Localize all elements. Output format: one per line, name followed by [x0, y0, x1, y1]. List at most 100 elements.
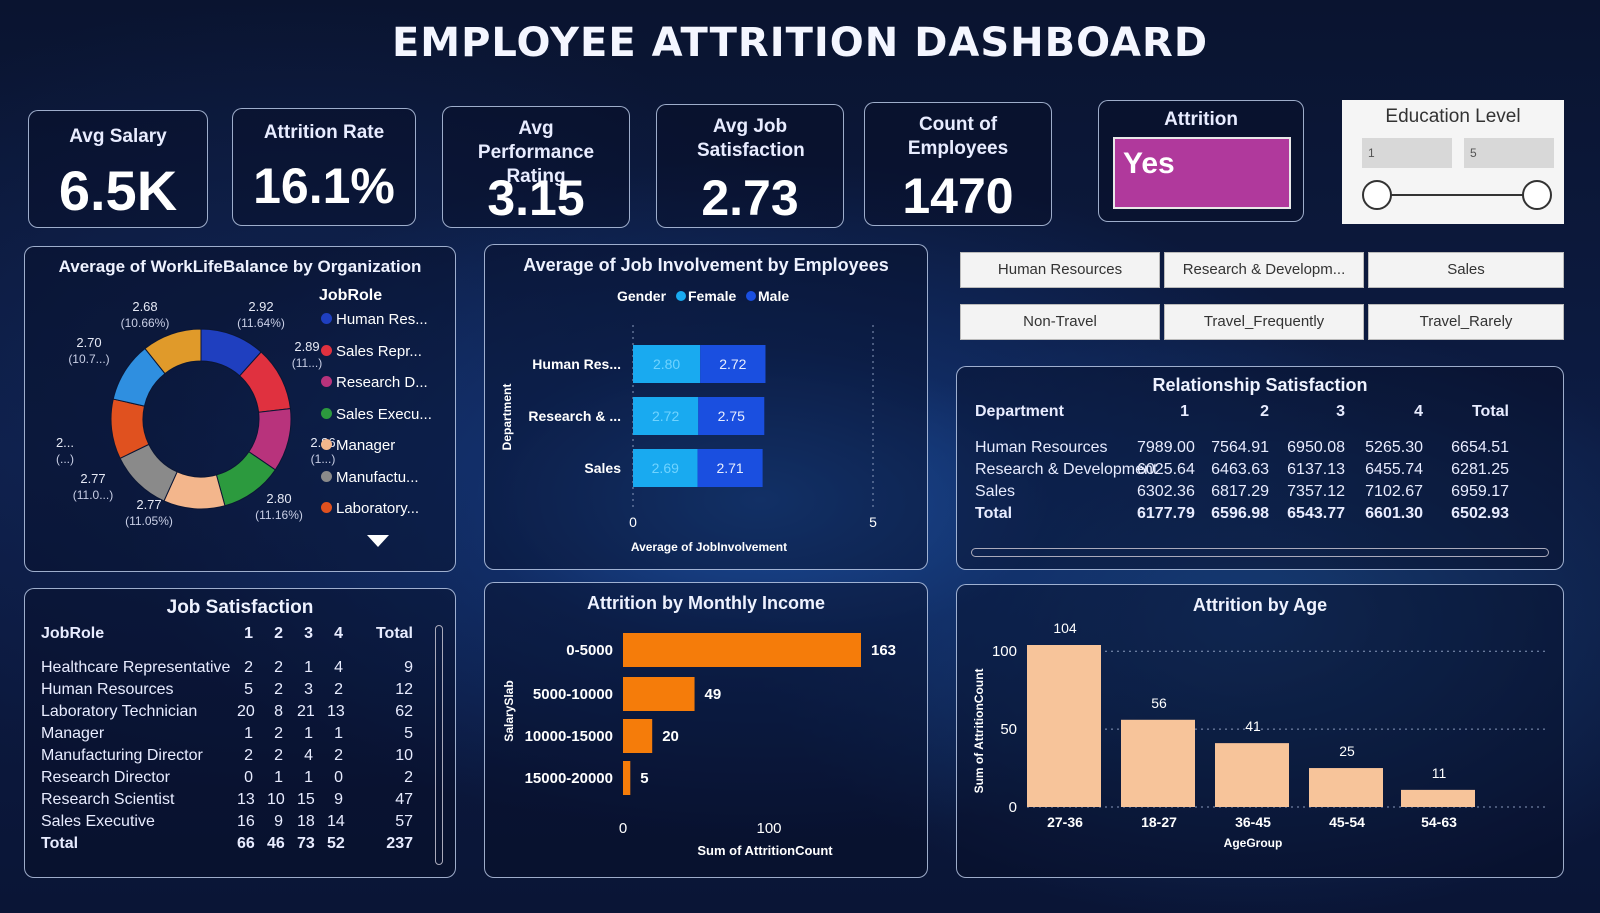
table-cell: 6601.30	[1365, 505, 1423, 522]
data-label: 2.69	[652, 460, 679, 476]
job-satisfaction-panel: Job Satisfaction JobRole 1 2 3 4 Total Healthc…	[24, 588, 456, 878]
x-tick-label: 100	[756, 820, 781, 837]
table-cell: 7102.67	[1365, 483, 1423, 500]
table-scrollbar[interactable]	[971, 548, 1549, 557]
kpi-avg-performance: Avg Performance Rating 3.15	[442, 106, 630, 228]
category-label: 0-5000	[566, 642, 613, 659]
table-cell: 9	[274, 813, 283, 830]
table-cell: 12	[395, 681, 413, 698]
attrition-yes-button[interactable]: Yes	[1113, 137, 1291, 209]
table-scrollbar[interactable]	[435, 625, 443, 865]
job-satisfaction-table: JobRole 1 2 3 4 Total Healthcare Representativ…	[41, 625, 433, 875]
y-tick-label: 100	[992, 643, 1017, 660]
education-max-input[interactable]: 5	[1464, 138, 1554, 168]
table-cell: 57	[395, 813, 413, 830]
table-cell: 6502.93	[1451, 505, 1509, 522]
education-max-value: 5	[1470, 146, 1477, 160]
table-total-row: Total 6177.79 6596.98 6543.77 6601.30 6502.93	[975, 505, 1555, 527]
legend-title: Gender	[617, 288, 667, 304]
table-cell: 46	[267, 835, 285, 852]
table-cell: 66	[237, 835, 255, 852]
table-row: Human Resources 5 2 3 2 12	[41, 681, 433, 703]
table-cell: 9	[404, 659, 413, 676]
legend-scroll-down-icon[interactable]	[367, 535, 389, 547]
table-cell: 7357.12	[1287, 483, 1345, 500]
legend-item[interactable]: Research D...	[321, 374, 457, 406]
legend-label: Female	[688, 288, 736, 304]
table-cell: Total	[1471, 403, 1509, 420]
legend-dot-icon	[321, 344, 332, 356]
y-axis-title: Sum of AttritionCount	[972, 669, 986, 794]
education-min-handle[interactable]	[1362, 180, 1392, 210]
legend-item[interactable]: Sales Execu...	[321, 406, 457, 438]
dept-button-hr[interactable]: Human Resources	[960, 252, 1160, 288]
kpi-employee-count: Count of Employees 1470	[864, 102, 1052, 226]
slice-value-label: 2.70	[76, 335, 101, 350]
education-min-value: 1	[1368, 146, 1375, 160]
data-label: 2.75	[718, 408, 745, 424]
data-label: 2.72	[652, 408, 679, 424]
table-row: Sales 6302.36 6817.29 7357.12 7102.67 6959.17	[975, 483, 1555, 505]
table-cell: 2	[334, 747, 343, 764]
education-level-slicer: Education Level 1 5	[1342, 100, 1564, 224]
legend-item[interactable]: Manufactu...	[321, 469, 457, 501]
slice-value-label: 2.92	[248, 299, 273, 314]
legend-item[interactable]: Laboratory...	[321, 500, 457, 532]
table-cell: Total	[375, 625, 413, 642]
table-header-row: Department 1 2 3 4 Total	[975, 403, 1555, 425]
table-cell: 6137.13	[1287, 461, 1345, 478]
data-label: 25	[1339, 743, 1355, 759]
kpi-label: Avg Job Satisfaction	[697, 116, 805, 161]
table-cell: 5	[244, 681, 253, 698]
education-max-handle[interactable]	[1522, 180, 1552, 210]
dashboard-title: EMPLOYEE ATTRITION DASHBOARD	[391, 20, 1209, 66]
table-cell: 1	[304, 659, 313, 676]
data-label: 2.72	[719, 356, 746, 372]
table-cell: 6025.64	[1137, 461, 1195, 478]
table-cell: 6543.77	[1287, 505, 1345, 522]
legend-dot-icon	[321, 376, 332, 387]
table-row: Laboratory Technician 20 8 21 13 62	[41, 703, 433, 725]
data-label: 49	[705, 686, 722, 703]
table-cell: 5	[404, 725, 413, 742]
education-min-input[interactable]: 1	[1362, 138, 1452, 168]
table-cell: Human Resources	[41, 681, 174, 698]
travel-button-non-travel[interactable]: Non-Travel	[960, 304, 1160, 340]
table-cell: 1	[244, 725, 253, 742]
worklife-balance-panel: Average of WorkLifeBalance by Organizati…	[24, 246, 456, 572]
legend-dot-icon	[321, 407, 332, 419]
x-tick-label: 27-36	[1047, 814, 1083, 830]
table-cell: 47	[395, 791, 413, 808]
travel-button-rarely[interactable]: Travel_Rarely	[1368, 304, 1564, 340]
table-cell: 8	[274, 703, 283, 720]
kpi-value: 3.15	[487, 170, 585, 226]
age-panel: Attrition by Age 0 50 100 104 27-36 56 18-27 41…	[956, 584, 1564, 878]
table-cell: 6302.36	[1137, 483, 1195, 500]
x-axis-title: Average of JobInvolvement	[631, 540, 787, 554]
table-cell: Human Resources	[975, 439, 1108, 456]
data-label: 5	[640, 770, 648, 787]
slice-pct-label: (11.05%)	[125, 514, 173, 528]
legend-item[interactable]: Human Res...	[321, 311, 457, 343]
table-cell: 2	[274, 659, 283, 676]
income-panel: Attrition by Monthly Income 0-5000 163 500…	[484, 582, 928, 878]
legend-item[interactable]: Manager	[321, 437, 457, 469]
data-label: 20	[662, 728, 679, 745]
table-cell: Total	[41, 835, 79, 852]
dept-button-rnd[interactable]: Research & Developm...	[1164, 252, 1364, 288]
table-cell: Manufacturing Director	[41, 747, 203, 764]
category-label: 10000-15000	[525, 728, 613, 745]
dept-button-sales[interactable]: Sales	[1368, 252, 1564, 288]
y-tick-label: 0	[1009, 799, 1017, 816]
category-label: Human Res...	[532, 356, 621, 372]
donut-legend: Human Res... Sales Repr... Research D... Sa…	[321, 311, 457, 532]
table-cell: 1	[334, 725, 343, 742]
legend-label: Male	[758, 288, 789, 304]
kpi-avg-job-satisfaction: Avg Job Satisfaction 2.73	[656, 104, 844, 228]
legend-item[interactable]: Sales Repr...	[321, 343, 457, 375]
table-cell: 2	[274, 747, 283, 764]
bar	[623, 677, 695, 711]
travel-button-frequently[interactable]: Travel_Frequently	[1164, 304, 1364, 340]
slice-pct-label: (11.0...)	[73, 488, 113, 502]
table-cell: Sales	[975, 483, 1016, 500]
